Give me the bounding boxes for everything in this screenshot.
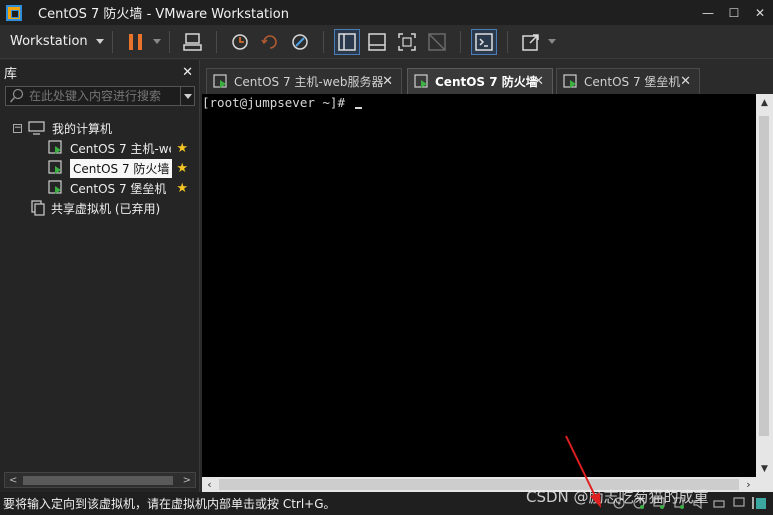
annotation-arrow-icon [565,435,601,508]
